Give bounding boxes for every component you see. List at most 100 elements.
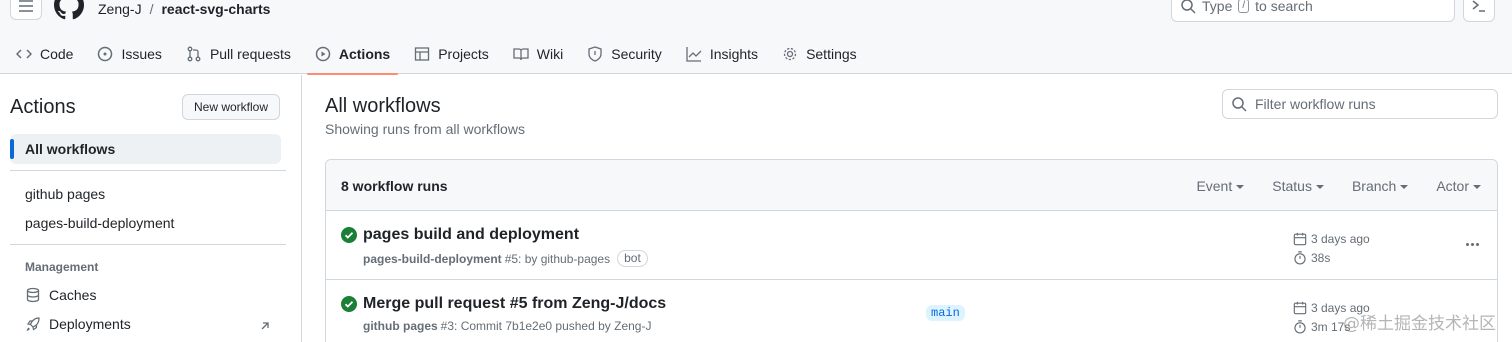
sidebar-item-caches[interactable]: Caches <box>25 287 96 303</box>
divider <box>10 244 286 245</box>
sidebar-item-all-workflows[interactable]: All workflows <box>10 134 281 164</box>
run-title-link[interactable]: Merge pull request #5 from Zeng-J/docs <box>363 295 666 313</box>
repo-name-link[interactable]: react-svg-charts <box>161 0 270 18</box>
divider <box>10 170 286 171</box>
table-icon <box>415 47 430 61</box>
run-menu-button[interactable] <box>1463 235 1481 253</box>
kebab-dot <box>1475 242 1479 246</box>
repo-owner-link[interactable]: Zeng-J <box>98 0 142 18</box>
search-icon <box>1232 97 1247 112</box>
tab-label: Pull requests <box>209 46 291 62</box>
run-workflow-name: pages-build-deployment <box>363 251 502 266</box>
run-detail: #3: Commit 7b1e2e0 pushed by Zeng-J <box>440 319 652 333</box>
tab-label: Issues <box>121 46 162 62</box>
tab-code[interactable]: Code <box>8 34 81 74</box>
search-suffix: to search <box>1255 0 1313 14</box>
breadcrumb: Zeng-J / react-svg-charts <box>98 0 270 18</box>
shield-icon <box>588 46 602 62</box>
run-title-link[interactable]: pages build and deployment <box>363 226 579 244</box>
filter-branch-dropdown[interactable]: Branch <box>1351 178 1409 194</box>
tab-insights[interactable]: Insights <box>678 34 766 74</box>
kebab-dot <box>1470 242 1474 246</box>
caret-down-icon <box>1400 185 1409 190</box>
filter-label: Actor <box>1436 178 1469 194</box>
page-subtitle: Showing runs from all workflows <box>325 121 525 137</box>
page-title: All workflows <box>325 95 441 117</box>
hamburger-icon <box>19 0 33 12</box>
sidebar-item-deployments[interactable]: Deployments <box>25 316 131 332</box>
management-heading: Management <box>25 260 99 274</box>
graph-icon <box>686 47 702 62</box>
filter-label: Status <box>1272 178 1312 194</box>
filter-label: Event <box>1196 178 1233 194</box>
stopwatch-icon <box>1294 250 1306 265</box>
gear-icon <box>783 47 797 61</box>
sidebar-item-pages-build-deployment[interactable]: pages-build-deployment <box>25 214 174 232</box>
search-shortcut-key: / <box>1238 0 1250 13</box>
tab-label: Insights <box>709 46 759 62</box>
rocket-icon <box>26 317 40 331</box>
run-date: 3 days ago <box>1311 231 1370 246</box>
filter-actor-dropdown[interactable]: Actor <box>1436 178 1481 194</box>
stopwatch-icon <box>1294 319 1306 334</box>
watermark: @稀土掘金技术社区 <box>1343 314 1496 334</box>
kebab-dot <box>1465 242 1469 246</box>
play-icon <box>315 46 331 62</box>
book-icon <box>513 48 529 61</box>
actions-sidebar: Actions New workflow All workflows githu… <box>0 75 302 342</box>
tab-actions[interactable]: Actions <box>306 34 399 75</box>
tab-label: Code <box>40 46 74 62</box>
new-workflow-button[interactable]: New workflow <box>182 94 280 120</box>
run-workflow-name: github pages <box>363 319 438 333</box>
workflow-runs-list: 8 workflow runs Event Status Branch Acto… <box>325 159 1498 342</box>
filter-runs-input[interactable]: Filter workflow runs <box>1222 89 1498 119</box>
search-icon <box>1181 0 1196 14</box>
filter-event-dropdown[interactable]: Event <box>1196 178 1245 194</box>
menu-button[interactable] <box>10 0 42 20</box>
tab-settings[interactable]: Settings <box>774 34 865 74</box>
run-detail: #5: by github-pages <box>504 251 611 266</box>
success-check-icon <box>341 296 357 312</box>
sidebar-item-label: Deployments <box>49 316 131 332</box>
search-input[interactable]: Type / to search <box>1171 0 1455 22</box>
bot-badge: bot <box>617 250 648 267</box>
terminal-icon <box>1472 0 1485 12</box>
tab-label: Security <box>611 46 662 62</box>
caret-down-icon <box>1473 185 1481 190</box>
issue-icon <box>98 46 113 62</box>
sidebar-title: Actions <box>10 96 76 118</box>
repo-tabs: Code Issues Pull requests Actions Projec… <box>0 34 865 75</box>
tab-label: Projects <box>438 46 489 62</box>
filter-label: Branch <box>1351 178 1397 194</box>
tab-label: Actions <box>338 46 391 62</box>
run-timing: 3 days ago 38s <box>1293 230 1370 266</box>
run-meta: github pages #3: Commit 7b1e2e0 pushed b… <box>363 319 651 333</box>
tab-pull-requests[interactable]: Pull requests <box>178 34 299 74</box>
branch-badge[interactable]: main <box>926 305 965 321</box>
run-count: 8 workflow runs <box>341 178 448 194</box>
github-logo-icon[interactable] <box>54 0 84 20</box>
tab-issues[interactable]: Issues <box>89 34 169 74</box>
filter-placeholder: Filter workflow runs <box>1255 96 1376 112</box>
run-meta: pages-build-deployment #5: by github-pag… <box>363 250 648 267</box>
caret-down-icon <box>1236 185 1245 190</box>
calendar-icon <box>1293 232 1307 245</box>
tab-wiki[interactable]: Wiki <box>505 34 571 74</box>
run-filters: Event Status Branch Actor <box>1196 178 1481 194</box>
workflow-run-row[interactable]: pages build and deployment pages-build-d… <box>326 211 1497 280</box>
command-palette-button[interactable] <box>1463 0 1495 22</box>
database-icon <box>26 287 40 303</box>
tab-security[interactable]: Security <box>579 34 670 74</box>
external-link-icon <box>261 322 269 330</box>
filter-status-dropdown[interactable]: Status <box>1272 178 1324 194</box>
sidebar-item-github-pages[interactable]: github pages <box>25 185 105 203</box>
workflow-run-row[interactable]: Merge pull request #5 from Zeng-J/docs g… <box>326 280 1497 342</box>
code-icon <box>16 49 32 59</box>
tab-projects[interactable]: Projects <box>406 34 497 74</box>
tab-label: Wiki <box>536 46 564 62</box>
sidebar-item-label: Caches <box>49 287 97 303</box>
caret-down-icon <box>1315 185 1324 190</box>
run-duration: 38s <box>1311 250 1331 265</box>
calendar-icon <box>1293 301 1307 314</box>
pull-request-icon <box>187 46 201 62</box>
